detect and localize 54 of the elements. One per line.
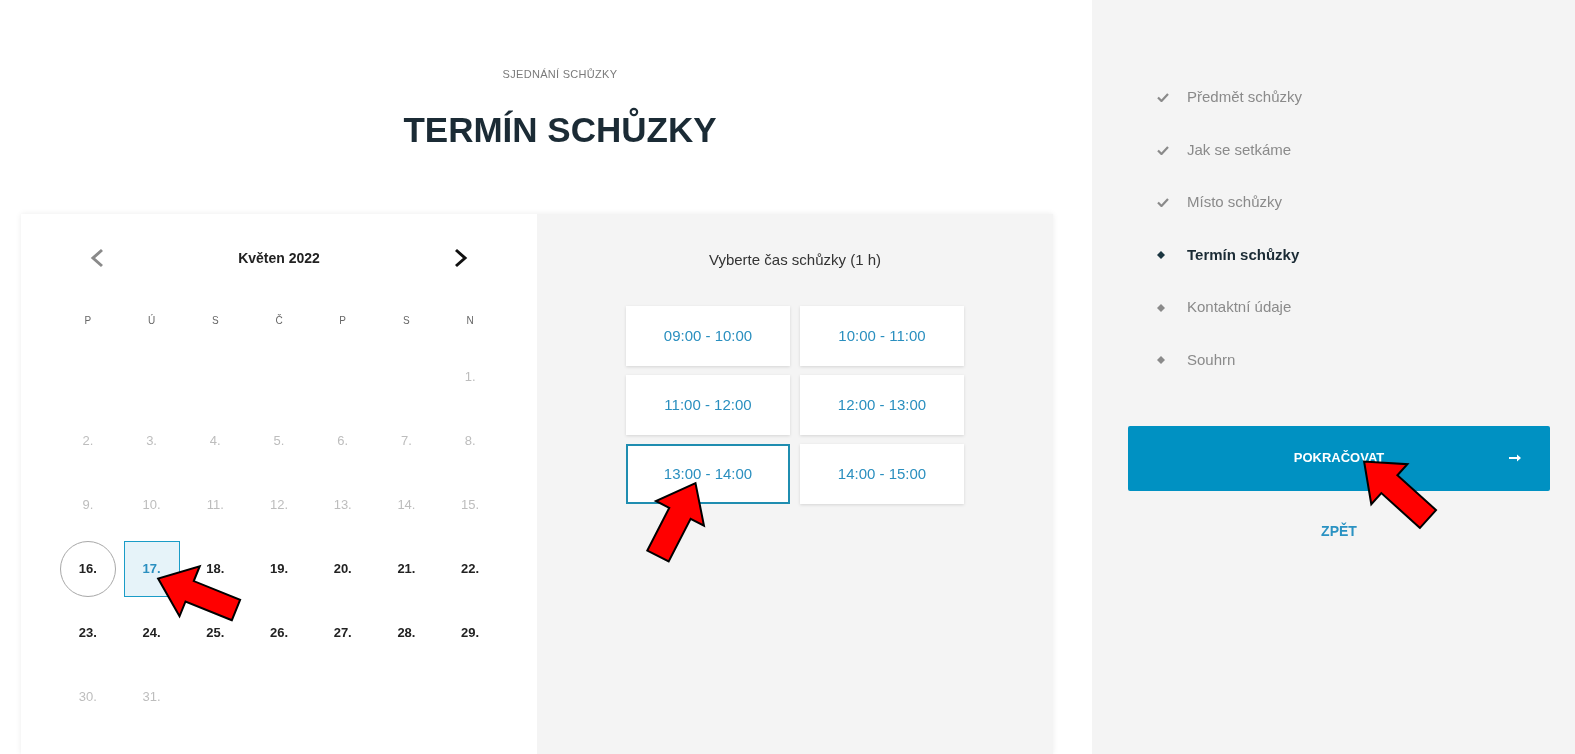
month-label: Květen 2022	[238, 248, 320, 268]
calendar-day: 11.	[206, 495, 224, 515]
time-slot-button[interactable]: 14:00 - 15:00	[800, 444, 964, 504]
continue-button[interactable]: POKRAČOVAT	[1128, 425, 1550, 491]
calendar-day: 8.	[464, 431, 476, 451]
weekday-label: S	[211, 313, 219, 328]
calendar-day: 13.	[333, 495, 352, 515]
calendar-day: 3.	[146, 431, 157, 451]
eyebrow-text: SJEDNÁNÍ SCHŮZKY	[502, 67, 618, 81]
weekday-label: Č	[275, 313, 283, 328]
calendar-day: 30.	[78, 687, 97, 707]
time-slot-button[interactable]: 12:00 - 13:00	[800, 375, 964, 435]
arrow-right-icon	[1509, 452, 1521, 463]
time-heading: Vyberte čas schůzky (1 h)	[709, 250, 881, 270]
step-label: Předmět schůzky	[1187, 87, 1303, 108]
step-label: Místo schůzky	[1187, 192, 1283, 213]
calendar-day: 14.	[397, 495, 416, 515]
calendar-day[interactable]: 25.	[206, 623, 225, 643]
calendar-day: 4.	[209, 431, 221, 451]
time-slot-button[interactable]: 10:00 - 11:00	[800, 306, 964, 366]
chevron-right-icon[interactable]	[454, 248, 468, 268]
time-slot-button[interactable]: 13:00 - 14:00	[626, 444, 790, 504]
calendar-day: 5.	[273, 431, 285, 451]
calendar-day[interactable]: 23.	[78, 623, 97, 643]
calendar-day: 2.	[82, 431, 94, 451]
weekday-label: N	[466, 313, 474, 328]
weekday-label: S	[403, 313, 410, 328]
calendar-day[interactable]: 20.	[333, 559, 352, 579]
time-slot-button[interactable]: 11:00 - 12:00	[626, 375, 790, 435]
calendar-day: 6.	[337, 431, 349, 451]
calendar-day: 10.	[142, 495, 161, 515]
weekday-label: Ú	[147, 313, 156, 328]
calendar-day: 31.	[142, 687, 161, 707]
step-label: Jak se setkáme	[1187, 139, 1292, 160]
calendar-day[interactable]: 19.	[269, 559, 289, 579]
weekday-label: P	[84, 313, 92, 328]
calendar-day: 1.	[464, 367, 476, 387]
calendar-day[interactable]: 22.	[461, 559, 480, 579]
calendar-day[interactable]: 24.	[142, 623, 161, 643]
calendar-day[interactable]: 21.	[397, 559, 416, 579]
calendar-day[interactable]: 26.	[269, 623, 289, 643]
step-label: Souhrn	[1187, 350, 1236, 370]
calendar-day: 7.	[401, 431, 412, 451]
step-label: Kontaktní údaje	[1187, 297, 1292, 318]
calendar-day[interactable]: 29.	[461, 623, 480, 643]
calendar-day: 9.	[82, 495, 94, 515]
calendar-day[interactable]: 18.	[206, 559, 225, 579]
time-slot-button[interactable]: 09:00 - 10:00	[626, 306, 790, 366]
calendar-day: 12.	[269, 495, 289, 515]
weekday-label: P	[339, 313, 347, 328]
step-label: Termín schůzky	[1187, 244, 1300, 265]
calendar-day[interactable]: 27.	[333, 623, 352, 643]
calendar-day[interactable]: 28.	[397, 623, 416, 643]
calendar-day: 15.	[461, 495, 480, 515]
